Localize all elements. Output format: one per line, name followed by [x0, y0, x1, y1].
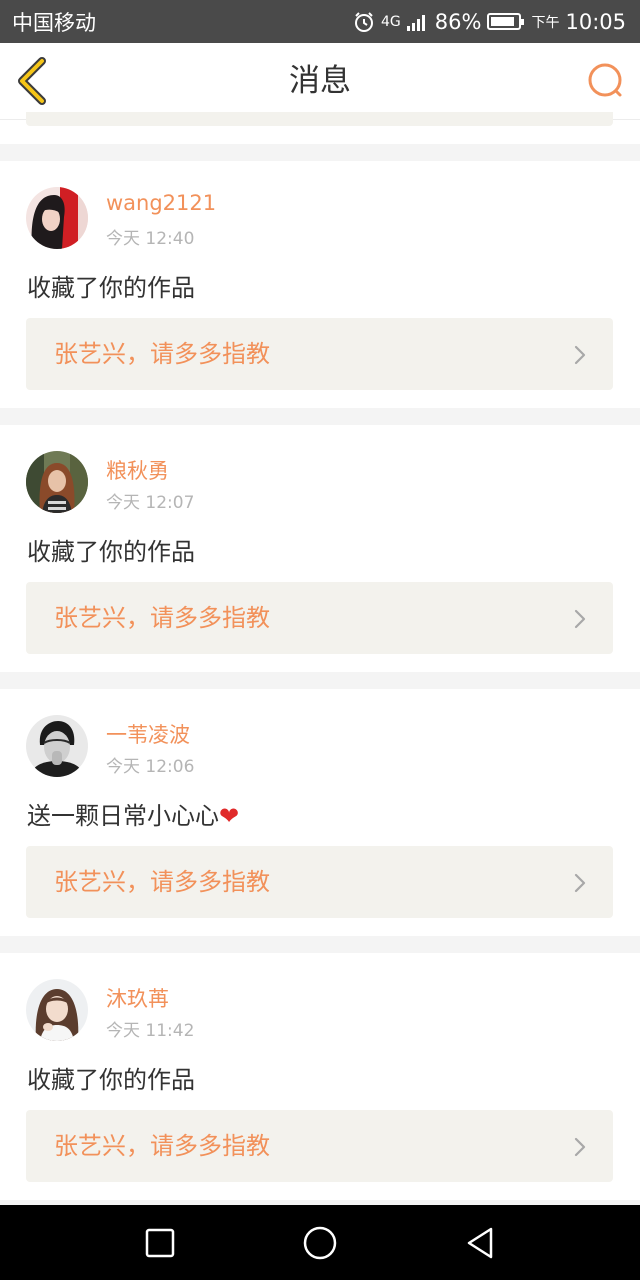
chevron-right-icon: [574, 609, 586, 629]
avatar[interactable]: [26, 187, 88, 249]
battery-percent: 86%: [434, 9, 482, 34]
message-card: 沐玖苒 今天 11:42 收藏了你的作品 张艺兴，请多多指教: [0, 953, 640, 1200]
heart-icon: ❤: [219, 802, 240, 830]
action-text-content: 送一颗日常小心心: [27, 802, 219, 830]
battery-icon: [487, 13, 525, 30]
back-triangle-icon: [467, 1227, 493, 1259]
clock: 10:05: [565, 9, 626, 34]
timestamp: 今天 11:42: [106, 1021, 195, 1041]
system-nav-bar: [0, 1205, 640, 1280]
avatar[interactable]: [26, 979, 88, 1041]
time-prefix: 下午: [531, 14, 560, 31]
alarm-icon: [353, 11, 375, 33]
signal-icon: [406, 13, 429, 31]
action-text: 收藏了你的作品: [27, 538, 195, 566]
chevron-right-icon: [574, 1137, 586, 1157]
work-title: 张艺兴，请多多指教: [54, 1132, 270, 1160]
work-title: 张艺兴，请多多指教: [54, 604, 270, 632]
work-link[interactable]: 张艺兴，请多多指教: [26, 846, 613, 918]
battery-fill: [491, 17, 514, 26]
recents-square-icon: [145, 1228, 175, 1258]
message-card: wang2121 今天 12:40 收藏了你的作品 张艺兴，请多多指教: [0, 161, 640, 408]
page-title: 消息: [289, 63, 351, 99]
home-button[interactable]: [301, 1224, 339, 1262]
work-link[interactable]: 张艺兴，请多多指教: [26, 582, 613, 654]
username[interactable]: 粮秋勇: [106, 455, 169, 485]
search-button[interactable]: [586, 61, 626, 101]
status-icons: 4G 86% 下午 10:05: [353, 10, 626, 34]
work-link[interactable]: 张艺兴，请多多指教: [26, 1110, 613, 1182]
recents-button[interactable]: [141, 1224, 179, 1262]
avatar[interactable]: [26, 715, 88, 777]
work-title: 张艺兴，请多多指教: [54, 340, 270, 368]
username[interactable]: 沐玖苒: [106, 983, 169, 1013]
network-type: 4G: [381, 13, 401, 30]
message-card: 粮秋勇 今天 12:07 收藏了你的作品 张艺兴，请多多指教: [0, 425, 640, 672]
status-bar: 中国移动 4G 86% 下午 10:05: [0, 0, 640, 43]
carrier-name: 中国移动: [12, 10, 96, 35]
username[interactable]: 一苇凌波: [106, 719, 190, 749]
message-card: 一苇凌波 今天 12:06 送一颗日常小心心❤ 张艺兴，请多多指教: [0, 689, 640, 936]
action-text: 收藏了你的作品: [27, 274, 195, 302]
action-text: 收藏了你的作品: [27, 1066, 195, 1094]
username[interactable]: wang2121: [106, 191, 216, 215]
work-title: 张艺兴，请多多指教: [54, 868, 270, 896]
home-circle-icon: [303, 1226, 337, 1260]
back-nav-button[interactable]: [461, 1224, 499, 1262]
timestamp: 今天 12:40: [106, 229, 195, 249]
search-icon: [588, 63, 622, 97]
previous-work-link-remnant: [26, 112, 613, 126]
app-header: 消息: [0, 43, 640, 120]
work-link[interactable]: 张艺兴，请多多指教: [26, 318, 613, 390]
timestamp: 今天 12:07: [106, 493, 195, 513]
avatar[interactable]: [26, 451, 88, 513]
chevron-right-icon: [574, 345, 586, 365]
chevron-right-icon: [574, 873, 586, 893]
timestamp: 今天 12:06: [106, 757, 195, 777]
action-text: 送一颗日常小心心❤: [27, 796, 239, 831]
